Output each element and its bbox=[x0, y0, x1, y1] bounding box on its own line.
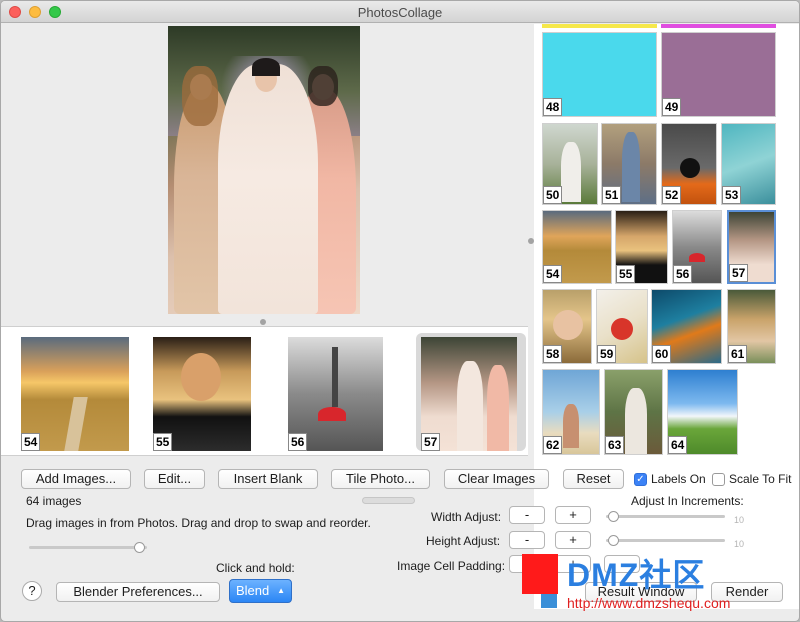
horizontal-split-handle[interactable] bbox=[260, 319, 266, 325]
grid-tile[interactable]: 62 bbox=[542, 369, 600, 455]
grid-tile[interactable]: 48 bbox=[542, 32, 657, 117]
width-increase-button[interactable]: + bbox=[555, 506, 591, 524]
scale-to-fit-checkbox[interactable] bbox=[712, 473, 725, 486]
app-window: PhotosCollage 54 55 56 57 48 49 50 51 52… bbox=[0, 0, 800, 622]
image-count: 64 images bbox=[26, 494, 82, 508]
photo-preview-pane bbox=[1, 24, 528, 317]
grid-tile[interactable]: 61 bbox=[727, 289, 776, 364]
watermark-brand: DMZ社区 bbox=[567, 557, 706, 593]
click-hold-label: Click and hold: bbox=[216, 561, 295, 575]
grid-tile[interactable]: 50 bbox=[542, 123, 598, 205]
title-bar: PhotosCollage bbox=[1, 1, 799, 23]
width-decrease-button[interactable]: - bbox=[509, 506, 545, 524]
add-images-button[interactable]: Add Images... bbox=[21, 469, 131, 489]
width-slider-knob[interactable] bbox=[608, 511, 619, 522]
height-decrease-button[interactable]: - bbox=[509, 531, 545, 549]
blender-preferences-button[interactable]: Blender Preferences... bbox=[56, 582, 220, 602]
height-max-value: 10 bbox=[734, 539, 745, 549]
filmstrip-item[interactable]: 56 bbox=[288, 337, 383, 451]
width-adjust-label: Width Adjust: bbox=[431, 510, 502, 524]
height-adjust-label: Height Adjust: bbox=[426, 534, 501, 548]
grid-tile[interactable]: 55 bbox=[615, 210, 668, 284]
progress-indicator bbox=[362, 497, 415, 504]
height-increase-button[interactable]: + bbox=[555, 531, 591, 549]
grid-tile[interactable]: 53 bbox=[721, 123, 776, 205]
grid-tile[interactable]: 64 bbox=[667, 369, 738, 455]
reset-button[interactable]: Reset bbox=[563, 469, 624, 489]
filmstrip-item[interactable]: 54 bbox=[21, 337, 129, 451]
preview-image bbox=[168, 26, 360, 314]
edit-button[interactable]: Edit... bbox=[144, 469, 205, 489]
grid-tile[interactable]: 63 bbox=[604, 369, 663, 455]
help-button[interactable]: ? bbox=[22, 581, 42, 601]
grid-tile[interactable]: 56 bbox=[672, 210, 722, 284]
drag-hint: Drag images in from Photos. Drag and dro… bbox=[26, 516, 371, 530]
popup-arrow-icon: ▲ bbox=[277, 586, 285, 595]
image-filmstrip: 54 55 56 57 bbox=[1, 326, 528, 456]
window-title: PhotosCollage bbox=[357, 5, 443, 20]
labels-on-checkbox[interactable]: ✓ bbox=[634, 473, 647, 486]
watermark-url: http://www.dmzshequ.com bbox=[567, 595, 731, 611]
width-max-value: 10 bbox=[734, 515, 745, 525]
labels-on-label: Labels On bbox=[651, 472, 706, 486]
watermark-logo-accent bbox=[541, 594, 557, 608]
grid-tile[interactable]: 60 bbox=[651, 289, 722, 364]
grid-tile[interactable]: 58 bbox=[542, 289, 592, 364]
grid-tile[interactable]: 59 bbox=[596, 289, 648, 364]
filmstrip-item[interactable]: 55 bbox=[153, 337, 251, 451]
clear-images-button[interactable]: Clear Images bbox=[444, 469, 549, 489]
zoom-slider[interactable] bbox=[29, 542, 147, 553]
adjust-increments-label: Adjust In Increments: bbox=[631, 494, 744, 508]
scale-to-fit-label: Scale To Fit bbox=[729, 472, 792, 486]
zoom-slider-knob[interactable] bbox=[134, 542, 145, 553]
width-increment-slider[interactable] bbox=[606, 511, 725, 522]
grid-tile-selected[interactable]: 57 bbox=[727, 210, 776, 284]
tile-photo-button[interactable]: Tile Photo... bbox=[331, 469, 430, 489]
image-cell-padding-label: Image Cell Padding: bbox=[397, 559, 506, 573]
blend-popup-button[interactable]: Blend ▲ bbox=[229, 579, 292, 603]
grid-tile[interactable]: 51 bbox=[601, 123, 657, 205]
blend-label: Blend bbox=[236, 583, 270, 598]
grid-tile[interactable]: 54 bbox=[542, 210, 612, 284]
insert-blank-button[interactable]: Insert Blank bbox=[218, 469, 318, 489]
watermark-logo-block bbox=[522, 554, 558, 594]
grid-tile[interactable]: 49 bbox=[661, 32, 776, 117]
grid-tile[interactable]: 52 bbox=[661, 123, 717, 205]
height-increment-slider[interactable] bbox=[606, 535, 725, 546]
filmstrip-item[interactable]: 57 bbox=[421, 337, 517, 451]
height-slider-knob[interactable] bbox=[608, 535, 619, 546]
